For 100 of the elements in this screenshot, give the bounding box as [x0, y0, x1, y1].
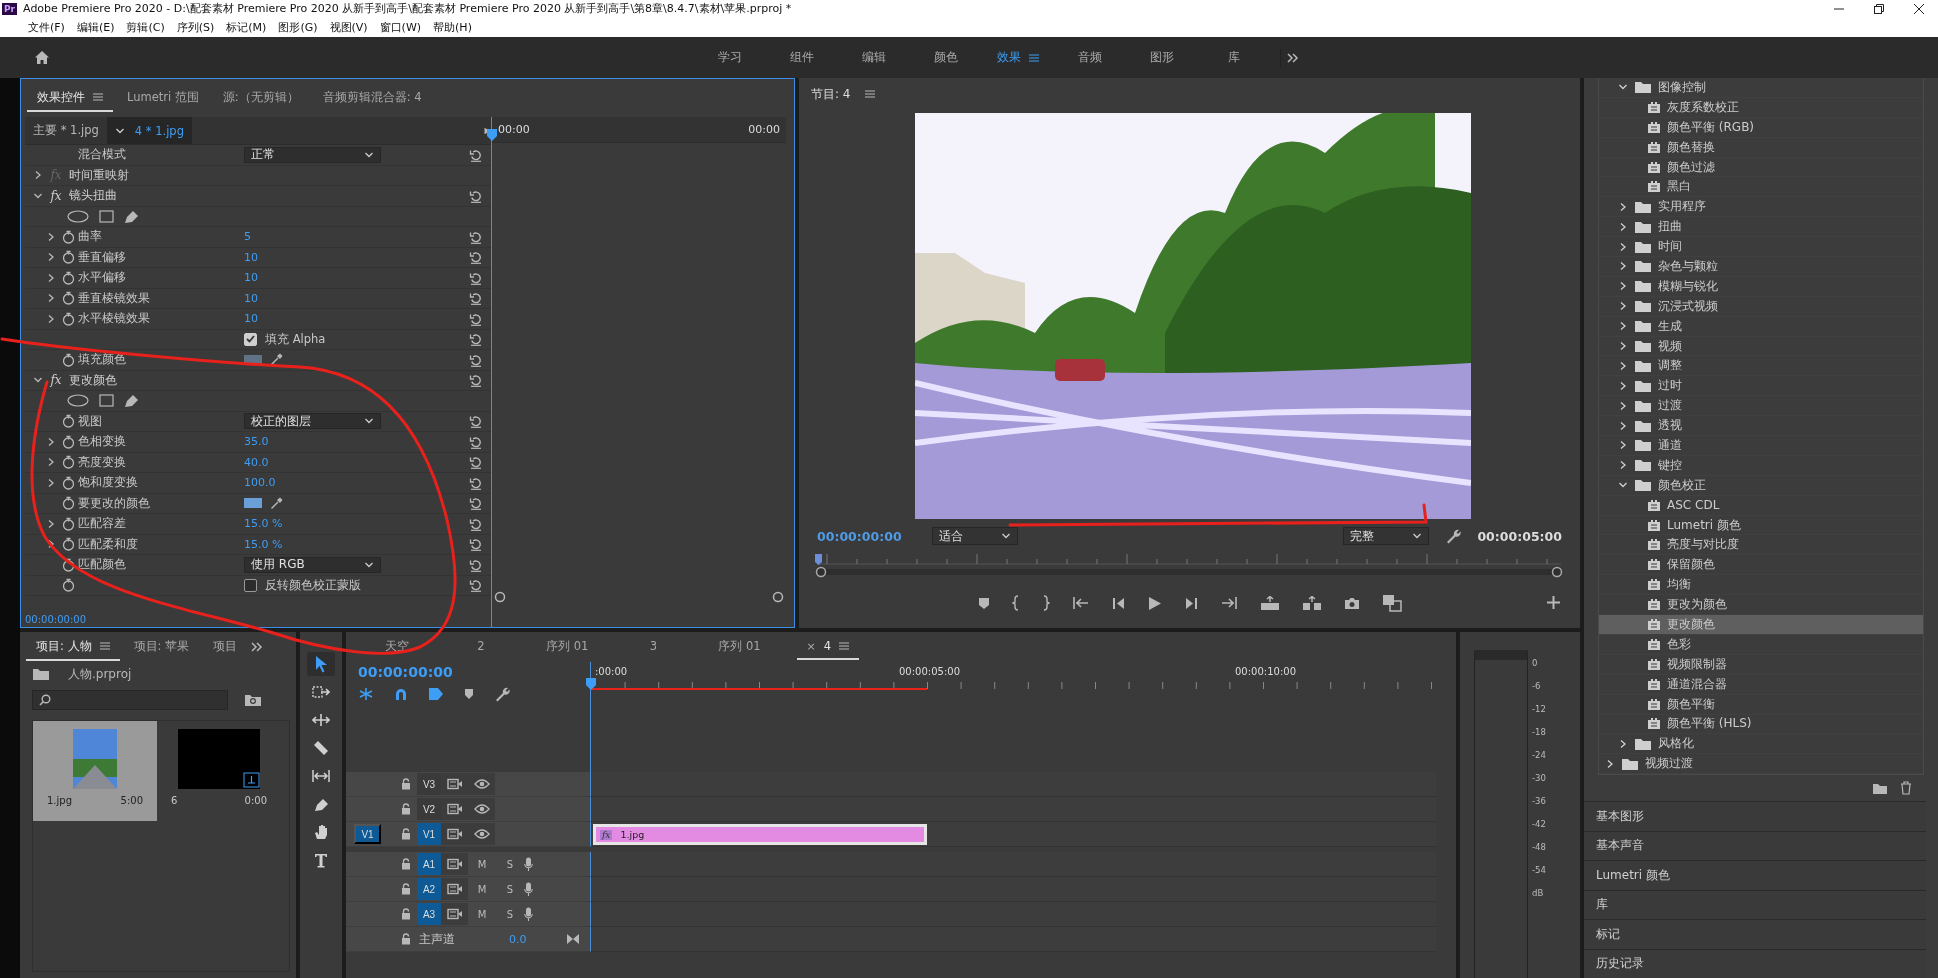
ellipse-mask-icon[interactable] [67, 209, 89, 223]
effect-item[interactable]: 颜色平衡 (HLS) [1599, 714, 1923, 735]
compare-icon[interactable] [1381, 594, 1402, 612]
overflow-icon[interactable] [251, 642, 264, 652]
stopwatch-icon[interactable] [61, 434, 75, 449]
reset-icon[interactable] [469, 352, 483, 367]
panel-tab[interactable]: 项目: 苹果 [123, 633, 200, 661]
effect-folder[interactable]: 生成 [1599, 316, 1923, 337]
expand-chevron-icon[interactable] [1619, 281, 1627, 292]
stopwatch-icon[interactable] [61, 516, 75, 531]
param-value[interactable]: 10 [244, 291, 258, 305]
snap-icon[interactable] [394, 687, 408, 701]
lift-icon[interactable] [1259, 595, 1280, 611]
dropdown[interactable]: 正常 [244, 146, 381, 163]
effect-item[interactable]: 灰度系数校正 [1599, 97, 1923, 118]
sync-lock-icon[interactable] [446, 858, 463, 870]
effect-item[interactable]: 颜色替换 [1599, 137, 1923, 158]
param-value[interactable]: 10 [244, 271, 258, 285]
reset-icon[interactable] [469, 434, 483, 449]
step-back-icon[interactable] [1111, 596, 1126, 610]
panel-tab[interactable]: 音频剪辑混合器: 4 [312, 84, 432, 112]
effect-folder[interactable]: 实用程序 [1599, 197, 1923, 218]
effect-item[interactable]: 更改颜色 [1599, 615, 1923, 635]
play-icon[interactable] [1147, 595, 1162, 611]
effect-folder[interactable]: 过时 [1599, 376, 1923, 397]
effect-folder[interactable]: 视频过渡 [1599, 754, 1923, 775]
param-value[interactable]: 10 [244, 250, 258, 264]
stopwatch-icon[interactable] [61, 250, 75, 265]
menu-item[interactable]: 标记(M) [220, 19, 273, 35]
expand-chevron-icon[interactable] [47, 272, 55, 283]
color-swatch[interactable] [244, 354, 262, 365]
reset-icon[interactable] [469, 147, 483, 162]
effect-folder[interactable]: 风格化 [1599, 734, 1923, 755]
expand-chevron-icon[interactable] [47, 477, 55, 488]
stopwatch-icon[interactable] [61, 270, 75, 285]
mute-button[interactable]: M [468, 882, 496, 896]
effect-item[interactable]: 色彩 [1599, 634, 1923, 655]
effect-item[interactable]: 颜色过滤 [1599, 157, 1923, 178]
checkbox[interactable] [244, 332, 257, 346]
sync-lock-icon[interactable] [446, 908, 463, 920]
settings-icon[interactable] [494, 686, 510, 702]
menu-item[interactable]: 文件(F) [22, 19, 71, 35]
dropdown[interactable]: 校正的图层 [244, 413, 381, 430]
source-patch[interactable]: V1 [354, 824, 381, 844]
stopwatch-icon[interactable] [61, 557, 75, 572]
effect-folder[interactable]: 模糊与锐化 [1599, 276, 1923, 297]
param-value[interactable]: 100.0 [244, 476, 276, 490]
reset-icon[interactable] [469, 270, 483, 285]
lock-icon[interactable] [401, 908, 411, 920]
effect-item[interactable]: 通道混合器 [1599, 674, 1923, 695]
extract-icon[interactable] [1301, 595, 1322, 611]
mark-in-icon[interactable] [1011, 595, 1020, 611]
dropdown[interactable]: 使用 RGB [244, 556, 381, 573]
lock-icon[interactable] [401, 828, 411, 840]
effect-item[interactable]: ASC CDL [1599, 495, 1923, 516]
param-value[interactable]: 15.0 % [244, 537, 283, 551]
scrubber-track[interactable] [826, 569, 1552, 575]
expand-chevron-icon[interactable] [47, 457, 55, 468]
reset-icon[interactable] [469, 311, 483, 326]
restore-icon[interactable] [1874, 3, 1884, 14]
effect-folder[interactable]: 扭曲 [1599, 217, 1923, 238]
lock-icon[interactable] [401, 803, 411, 815]
lock-icon[interactable] [401, 933, 411, 945]
expand-chevron-icon[interactable] [1619, 241, 1627, 252]
fx-toggle[interactable]: fx [45, 373, 67, 388]
menu-item[interactable]: 视图(V) [323, 19, 374, 35]
sync-lock-icon[interactable] [446, 828, 463, 840]
effect-folder[interactable]: 时间 [1599, 237, 1923, 257]
panel-tab[interactable]: Lumetri 范围 [117, 84, 209, 112]
track-target[interactable]: A3 [417, 903, 441, 925]
out-handle[interactable] [1551, 566, 1563, 578]
panel-tab[interactable]: × 4 [796, 634, 860, 660]
menu-item[interactable]: 序列(S) [170, 19, 221, 35]
panel-tab[interactable]: 序列 01 [708, 633, 771, 661]
sequence-clip-selector[interactable]: 4 * 1.jpg [106, 117, 192, 144]
effect-item[interactable]: 亮度与对比度 [1599, 535, 1923, 556]
go-to-out-icon[interactable] [1219, 596, 1238, 610]
menu-item[interactable]: 图形(G) [272, 19, 324, 35]
effect-folder[interactable]: 过渡 [1599, 396, 1923, 417]
track-target[interactable]: A2 [417, 878, 441, 900]
playhead-icon[interactable] [586, 678, 596, 690]
menu-icon[interactable] [864, 90, 875, 98]
mic-icon[interactable] [524, 856, 533, 872]
track-target[interactable]: V1 [417, 823, 441, 845]
add-button-icon[interactable] [1547, 596, 1560, 609]
reset-icon[interactable] [469, 475, 483, 490]
expand-chevron-icon[interactable] [1619, 321, 1627, 332]
workspace-tab[interactable]: 音频 [1054, 49, 1126, 66]
eyedropper-icon[interactable] [270, 496, 283, 510]
pen-mask-icon[interactable] [124, 208, 139, 224]
menu-item[interactable]: 编辑(E) [70, 19, 121, 35]
stopwatch-icon[interactable] [61, 496, 75, 511]
param-value[interactable]: 10 [244, 312, 258, 326]
expand-chevron-icon[interactable] [1619, 380, 1627, 391]
solo-button[interactable]: S [496, 882, 524, 896]
selection-tool[interactable] [307, 652, 335, 676]
scroll-handle-icon[interactable] [494, 591, 506, 603]
menu-icon[interactable] [839, 642, 850, 650]
media-tile[interactable]: 1.jpg 5:00 [33, 721, 157, 821]
effect-folder[interactable]: 调整 [1599, 356, 1923, 377]
